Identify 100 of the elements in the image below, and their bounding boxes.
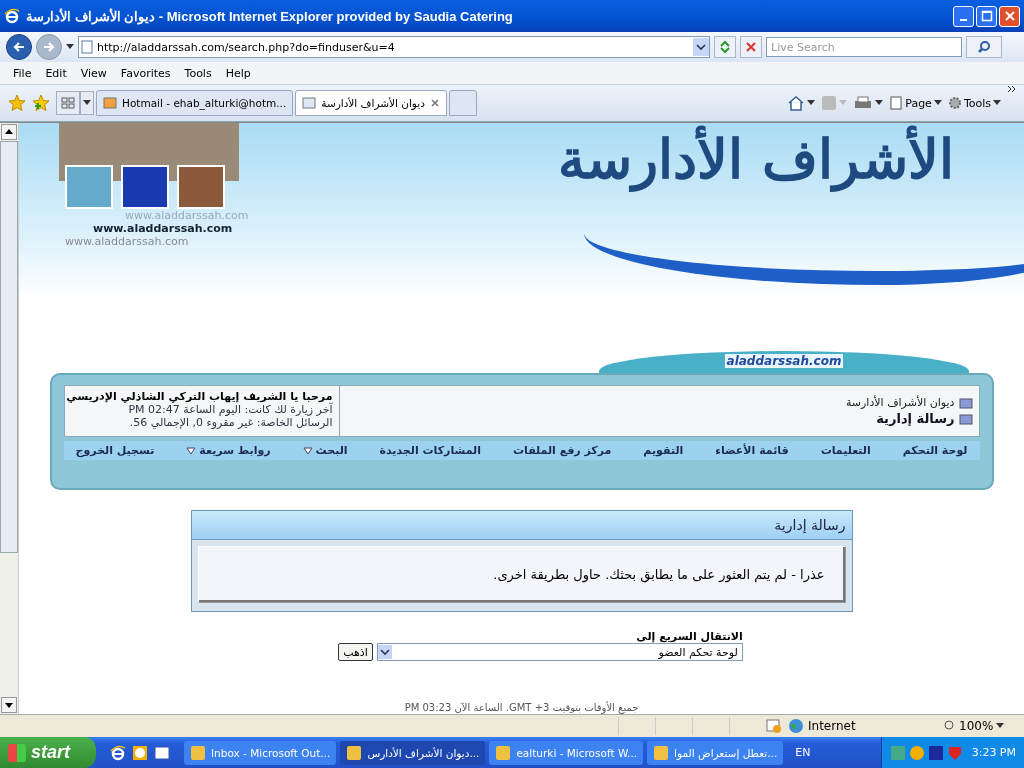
folder-icon [958,396,973,409]
site-address-strip: aladdarssah.com [599,351,969,373]
star-icon[interactable] [8,94,26,112]
breadcrumb-link[interactable]: ديوان الأشراف الأدارسة [845,396,955,409]
monitor-icon[interactable] [927,744,944,761]
quick-tabs-button[interactable] [56,91,80,115]
window-title: ديوان الأشراف الأدارسة - Microsoft Internet Explorer provided by Saudia Catering [26,8,514,24]
clock: 3:23 PM [971,746,1016,759]
search-icon [977,40,991,54]
caret-icon[interactable] [807,100,816,106]
app-icon [346,744,363,761]
page-icon [81,40,93,54]
menu-item[interactable]: Edit [38,66,74,80]
last-visit-text: آخر زيارة لك كانت: اليوم الساعة 02:47 PM [128,403,333,416]
home-icon[interactable] [787,95,806,111]
page-title: رسالة إدارية [876,411,955,426]
browser-tab[interactable]: ديوان الأشراف الأدارسة [295,90,447,116]
close-icon[interactable] [429,98,440,108]
security-zone: Internet [788,718,938,734]
chevron-icon[interactable] [1007,85,1016,93]
warning-icon [766,719,782,733]
site-address: www.aladdarssah.com [125,209,250,222]
page-menu-button[interactable]: Page [889,96,942,110]
search-field[interactable]: Live Search [766,37,962,57]
nav-link[interactable]: تسجيل الخروج [75,444,155,457]
globe-icon [788,718,804,734]
browser-logo-icon[interactable] [110,744,126,761]
minimize-button[interactable] [953,5,974,27]
app-icon [653,744,670,761]
menu-item[interactable]: Tools [177,66,219,80]
maximize-icon [980,10,993,22]
taskbar-button[interactable]: تعطل إستعراض الموا... [647,740,784,765]
refresh-button[interactable] [714,36,736,58]
tab-list-button[interactable] [80,91,94,115]
page-icon [889,96,904,110]
caret-icon [83,100,91,106]
forward-arrow-icon [42,40,56,54]
page-icon [103,97,117,109]
caret-icon [302,446,313,455]
browser-tab[interactable]: Hotmail - ehab_alturki@hotm... [96,90,294,116]
maximize-button[interactable] [976,5,997,27]
nav-link[interactable]: روابط سريعة [186,444,271,457]
window-icon[interactable] [154,744,170,761]
menu-item[interactable]: Favorites [113,66,178,80]
close-button[interactable] [999,5,1020,27]
printer-icon[interactable] [853,95,874,111]
caret-icon[interactable] [875,100,884,106]
page-icon [302,97,317,109]
scrollbar[interactable] [0,123,19,714]
back-arrow-icon [12,40,26,54]
caret-icon[interactable] [66,44,74,50]
nav-link[interactable]: لوحة التحكم [902,444,968,457]
caret-icon [933,100,942,106]
gear-icon [947,96,962,110]
folder-icon [958,412,973,425]
zoom-control[interactable]: 100% [944,719,1014,733]
dropdown-button[interactable] [693,38,709,56]
language-indicator[interactable]: EN [787,746,819,759]
refresh-icon [718,40,732,54]
nav-link[interactable]: التقويم [643,444,684,457]
site-address: www.aladdarssah.com [65,235,190,248]
app-icon [495,744,512,761]
go-button[interactable]: اذهب [338,643,373,661]
clock-icon[interactable] [132,744,148,761]
browser-logo-icon [4,8,20,24]
stop-icon [745,41,757,53]
address-field[interactable]: http://aladdarssah.com/search.php?do=finduser&u=4 [78,36,710,58]
taskbar-button[interactable]: ealturki - Microsoft W... [489,740,644,765]
stop-button[interactable] [740,36,762,58]
search-button[interactable] [966,36,1002,58]
app-icon [190,744,206,761]
site-logo: الأشراف الأدارسة [558,127,954,191]
zoom-icon [944,720,956,732]
back-button[interactable] [6,34,32,60]
nav-link[interactable]: قائمة الأعضاء [715,444,789,457]
message-title: رسالة إدارية [774,517,846,533]
nav-link[interactable]: مركز رفع الملفات [512,444,612,457]
menu-item[interactable]: View [73,66,114,80]
add-favorite-icon[interactable] [32,94,50,112]
close-icon [1003,10,1016,22]
message-text: عذرا - لم يتم العثور على ما يطابق بحثك. حاول بطريقة اخرى. [493,567,825,582]
site-address: www.aladdarssah.com [93,222,234,235]
scroll-up-icon[interactable] [1,124,17,140]
caret-icon [186,446,197,455]
tools-menu-button[interactable]: Tools [947,96,1001,110]
menu-item[interactable]: File [6,66,39,80]
menu-item[interactable]: Help [218,66,258,80]
taskbar-button[interactable]: ديوان الأشراف الأدارس... [340,740,486,765]
grid-icon [61,97,75,109]
nav-link[interactable]: التعليمات [820,444,871,457]
private-messages-text: الرسائل الخاصة: غير مقروء 0, الإجمالي 56. [128,416,333,429]
taskbar-button[interactable]: Inbox - Microsoft Out... [184,740,337,765]
nav-link[interactable]: البحث [302,444,348,457]
quick-jump-select[interactable]: لوحة تحكم العضو [376,643,743,661]
scroll-down-icon[interactable] [1,697,17,713]
nav-link[interactable]: المشاركات الجديدة [379,444,481,457]
windows-logo-icon [8,743,26,762]
footer-text: جميع الأوقات بتوقيت GMT +3. الساعة الآن 03:23 PM [404,702,639,713]
minimize-icon [960,19,967,21]
caret-icon [993,100,1001,106]
